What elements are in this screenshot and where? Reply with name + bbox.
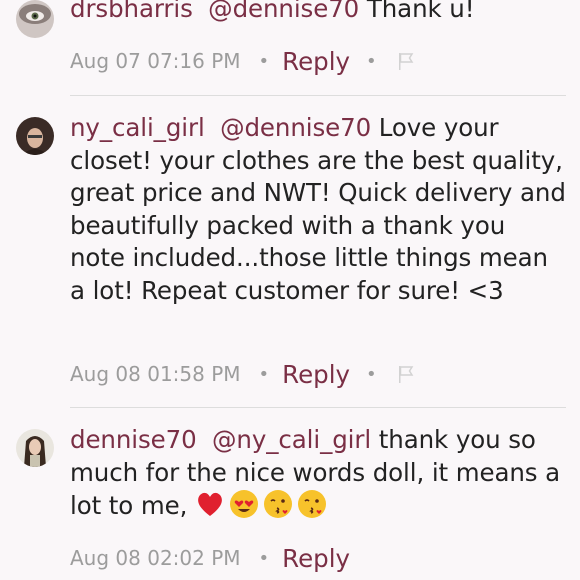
avatar[interactable] (16, 429, 54, 467)
comment-meta: Aug 07 07:16 PM • Reply • (70, 44, 417, 78)
avatar[interactable] (16, 117, 54, 155)
heart-eyes-icon (229, 489, 259, 528)
comment-text: ny_cali_girl @dennise70 Love your closet… (70, 112, 566, 307)
timestamp: Aug 08 02:02 PM (70, 546, 241, 570)
reply-button[interactable]: Reply (282, 47, 350, 76)
mention-link[interactable]: @dennise70 (208, 0, 359, 23)
avatar[interactable] (16, 0, 54, 38)
username-link[interactable]: ny_cali_girl (70, 113, 205, 142)
comment-text: dennise70 @ny_cali_girl thank you so muc… (70, 424, 566, 528)
kissing-face-icon (263, 489, 293, 528)
mention-link[interactable]: @ny_cali_girl (212, 425, 371, 454)
separator-dot: • (258, 363, 270, 385)
separator-dot: • (258, 547, 270, 569)
comment-meta: Aug 08 01:58 PM • Reply • (70, 357, 417, 391)
comment-body: Thank u! (359, 0, 475, 23)
flag-icon[interactable] (395, 50, 417, 72)
comment-text: drsbharris @dennise70 Thank u! (70, 0, 566, 26)
flag-icon[interactable] (395, 363, 417, 385)
red-heart-icon (195, 489, 225, 528)
username-link[interactable]: drsbharris (70, 0, 193, 23)
comment-meta: Aug 08 02:02 PM • Reply (70, 541, 350, 575)
kissing-face-icon (297, 489, 327, 528)
reply-button[interactable]: Reply (282, 544, 350, 573)
reply-button[interactable]: Reply (282, 360, 350, 389)
separator-dot: • (366, 363, 377, 385)
divider (70, 95, 566, 96)
mention-link[interactable]: @dennise70 (220, 113, 371, 142)
divider (70, 407, 566, 408)
separator-dot: • (366, 50, 377, 72)
username-link[interactable]: dennise70 (70, 425, 197, 454)
timestamp: Aug 07 07:16 PM (70, 49, 241, 73)
timestamp: Aug 08 01:58 PM (70, 362, 241, 386)
separator-dot: • (258, 50, 270, 72)
